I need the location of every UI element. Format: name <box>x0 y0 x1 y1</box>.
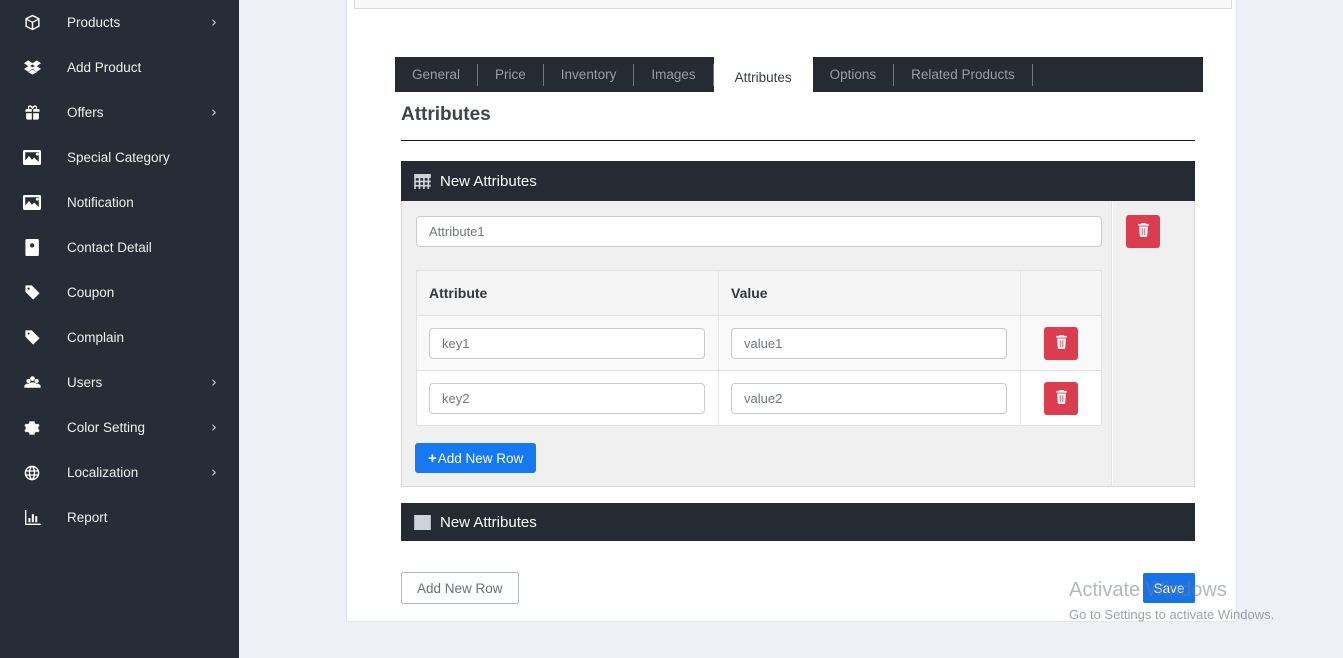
add-new-row-button[interactable]: +Add New Row <box>415 443 536 473</box>
delete-row-button[interactable] <box>1044 327 1078 360</box>
new-attributes-panel: New Attributes Attribute Value <box>401 161 1195 487</box>
sidebar-item-label: Contact Detail <box>67 240 152 255</box>
chevron-right-icon: › <box>211 375 217 390</box>
trash-icon <box>1055 335 1068 352</box>
chevron-right-icon: › <box>211 15 217 30</box>
plus-icon: + <box>428 450 437 467</box>
tag-icon <box>22 283 42 303</box>
attribute-values-table: Attribute Value <box>416 270 1102 426</box>
attribute-value-input[interactable] <box>731 383 1007 414</box>
sidebar-item-label: Users <box>67 375 102 390</box>
sidebar-item-label: Report <box>67 510 108 525</box>
tab-options[interactable]: Options <box>813 57 894 92</box>
sidebar-item-special-category[interactable]: Special Category <box>0 135 239 180</box>
table-grid-icon <box>414 174 431 189</box>
sidebar-item-label: Add Product <box>67 60 141 75</box>
tag-icon <box>22 328 42 348</box>
heading-divider <box>401 140 1195 141</box>
tab-images[interactable]: Images <box>634 57 712 92</box>
address-book-icon <box>22 238 42 258</box>
gear-icon <box>22 418 42 438</box>
bar-chart-icon <box>22 508 42 528</box>
new-attributes-panel-collapsed[interactable]: New Attributes <box>401 503 1195 541</box>
tab-general[interactable]: General <box>395 57 477 92</box>
cube-icon <box>22 13 42 33</box>
table-grid-icon <box>414 515 431 530</box>
chevron-right-icon: › <box>211 465 217 480</box>
chevron-right-icon: › <box>211 420 217 435</box>
table-row <box>417 315 1101 370</box>
sidebar-item-complain[interactable]: Complain <box>0 315 239 360</box>
attribute-key-input[interactable] <box>429 328 705 359</box>
table-header-row: Attribute Value <box>417 271 1101 315</box>
sidebar-item-label: Products <box>67 15 120 30</box>
panel-title: New Attributes <box>440 514 537 531</box>
sidebar-item-label: Color Setting <box>67 420 145 435</box>
delete-attribute-button[interactable] <box>1126 215 1160 248</box>
tab-price[interactable]: Price <box>478 57 543 92</box>
sidebar-item-coupon[interactable]: Coupon <box>0 270 239 315</box>
sidebar-item-localization[interactable]: Localization › <box>0 450 239 495</box>
sidebar-item-label: Offers <box>67 105 104 120</box>
trash-icon <box>1055 390 1068 407</box>
sidebar-item-color-setting[interactable]: Color Setting › <box>0 405 239 450</box>
tab-separator <box>1032 64 1033 86</box>
attribute-key-input[interactable] <box>429 383 705 414</box>
add-new-attribute-button[interactable]: Add New Row <box>401 572 519 604</box>
column-header-actions <box>1021 271 1101 315</box>
product-tabs: General Price Inventory Images Attribute… <box>395 57 1203 92</box>
attribute-value-input[interactable] <box>731 328 1007 359</box>
sidebar: Products › Add Product Offers › Special … <box>0 0 239 658</box>
sidebar-item-label: Coupon <box>67 285 114 300</box>
sidebar-item-label: Complain <box>67 330 124 345</box>
tab-attributes[interactable]: Attributes <box>714 57 813 97</box>
table-row <box>417 370 1101 425</box>
trash-icon <box>1137 223 1150 240</box>
sidebar-item-add-product[interactable]: Add Product <box>0 45 239 90</box>
add-product-icon <box>22 58 42 78</box>
sidebar-item-label: Localization <box>67 465 138 480</box>
attribute-name-input[interactable] <box>416 216 1102 247</box>
panel-title: New Attributes <box>440 173 537 190</box>
sidebar-item-notification[interactable]: Notification <box>0 180 239 225</box>
sidebar-item-report[interactable]: Report <box>0 495 239 540</box>
tab-inventory[interactable]: Inventory <box>544 57 634 92</box>
gift-icon <box>22 103 42 123</box>
column-header-value: Value <box>719 271 1021 315</box>
chevron-right-icon: › <box>211 105 217 120</box>
panel-divider <box>1111 201 1113 486</box>
panel-header: New Attributes <box>401 161 1195 201</box>
column-header-attribute: Attribute <box>417 271 719 315</box>
page-title: Attributes <box>401 104 491 126</box>
panel-body: Attribute Value <box>401 201 1195 487</box>
sidebar-item-label: Special Category <box>67 150 170 165</box>
save-button[interactable]: Save <box>1143 573 1195 603</box>
sidebar-item-users[interactable]: Users › <box>0 360 239 405</box>
previous-panel-edge <box>354 0 1232 9</box>
image-icon <box>22 193 42 213</box>
users-icon <box>22 373 42 393</box>
sidebar-item-products[interactable]: Products › <box>0 0 239 45</box>
sidebar-item-offers[interactable]: Offers › <box>0 90 239 135</box>
image-icon <box>22 148 42 168</box>
globe-icon <box>22 463 42 483</box>
content-card: General Price Inventory Images Attribute… <box>346 0 1237 622</box>
sidebar-item-contact-detail[interactable]: Contact Detail <box>0 225 239 270</box>
delete-row-button[interactable] <box>1044 382 1078 415</box>
tab-related-products[interactable]: Related Products <box>894 57 1032 92</box>
sidebar-item-label: Notification <box>67 195 134 210</box>
add-new-row-label: Add New Row <box>438 451 524 466</box>
